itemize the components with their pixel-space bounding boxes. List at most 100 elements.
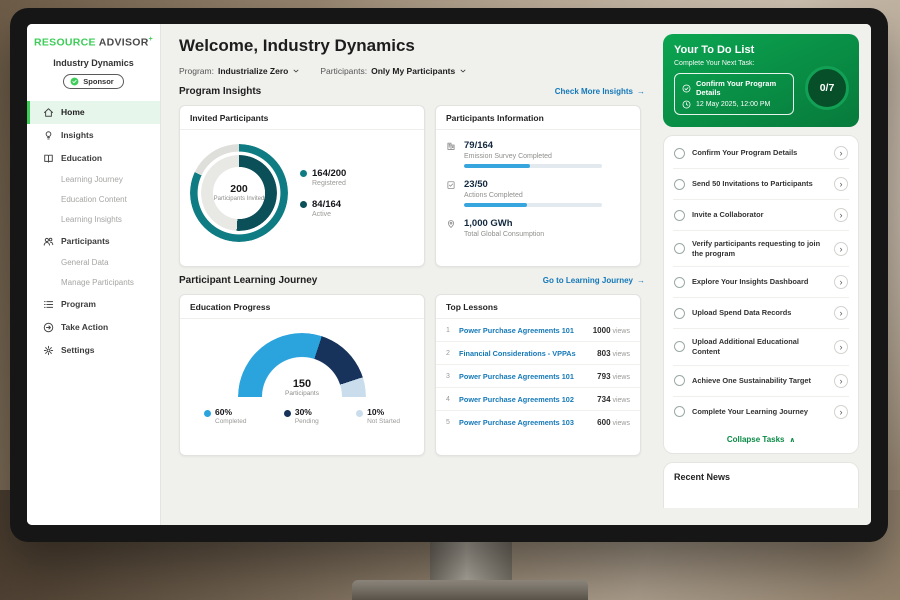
lesson-views: 793 views: [597, 372, 630, 381]
nav-label: Participants: [61, 236, 110, 246]
legend-dot: [204, 410, 211, 417]
info-row-emission-survey: 79/164 Emission Survey Completed: [446, 140, 630, 168]
chevron-right-icon[interactable]: [834, 242, 848, 256]
sidebar-item-manage-participants[interactable]: Manage Participants: [27, 273, 160, 293]
task-row[interactable]: Send 50 Invitations to Participants: [673, 169, 849, 200]
legend-dot: [284, 410, 291, 417]
collapse-tasks-link[interactable]: Collapse Tasks: [673, 427, 849, 451]
chevron-right-icon[interactable]: [834, 405, 848, 419]
chevron-right-icon[interactable]: [834, 306, 848, 320]
task-checkbox[interactable]: [674, 277, 685, 288]
sidebar-item-settings[interactable]: Settings: [27, 339, 160, 362]
legend-value: 10%: [367, 407, 384, 417]
lesson-link[interactable]: Power Purchase Agreements 101: [459, 372, 591, 381]
check-more-insights-link[interactable]: Check More Insights: [555, 87, 645, 96]
logo-plus: +: [149, 36, 153, 43]
nav-label: Take Action: [61, 322, 108, 332]
desk-scene: RESOURCE ADVISOR+ Industry Dynamics Spon…: [0, 0, 900, 600]
task-row[interactable]: Confirm Your Program Details: [673, 138, 849, 169]
lesson-rank: 3: [446, 373, 453, 380]
task-row[interactable]: Upload Additional Educational Content: [673, 329, 849, 365]
task-label: Upload Additional Educational Content: [692, 337, 827, 356]
chevron-right-icon[interactable]: [834, 177, 848, 191]
legend-label: Pending: [295, 418, 319, 425]
task-row[interactable]: Invite a Collaborator: [673, 200, 849, 231]
donut-center: 200 Participants Invited: [190, 144, 288, 242]
legend-dot: [300, 201, 307, 208]
nav-label: Education: [61, 153, 102, 163]
task-checkbox[interactable]: [674, 341, 685, 352]
task-checkbox[interactable]: [674, 179, 685, 190]
sidebar-item-education[interactable]: Education: [27, 147, 160, 170]
nav-label: Settings: [61, 345, 95, 355]
task-checkbox[interactable]: [674, 148, 685, 159]
lightbulb-icon: [43, 130, 54, 141]
invited-participants-donut-chart: 200 Participants Invited: [190, 144, 288, 242]
info-label: Actions Completed: [464, 192, 602, 199]
go-to-learning-journey-link[interactable]: Go to Learning Journey: [543, 276, 645, 285]
main-content: Welcome, Industry Dynamics Program: Indu…: [161, 24, 661, 525]
task-label: Complete Your Learning Journey: [692, 407, 827, 417]
task-checkbox[interactable]: [674, 308, 685, 319]
lesson-link[interactable]: Power Purchase Agreements 103: [459, 418, 591, 427]
task-row[interactable]: Achieve One Sustainability Target: [673, 366, 849, 397]
info-label: Total Global Consumption: [464, 231, 544, 238]
task-checkbox[interactable]: [674, 375, 685, 386]
task-label: Invite a Collaborator: [692, 210, 827, 220]
lesson-views: 1000 views: [593, 326, 630, 335]
todo-panel: Your To Do List Complete Your Next Task:…: [661, 24, 871, 525]
lesson-link[interactable]: Financial Considerations - VPPAs: [459, 349, 591, 358]
task-label: Confirm Your Program Details: [692, 148, 827, 158]
chevron-right-icon[interactable]: [834, 208, 848, 222]
task-label: Explore Your Insights Dashboard: [692, 277, 827, 287]
sidebar-item-general-data[interactable]: General Data: [27, 253, 160, 273]
next-task-card[interactable]: Confirm Your Program Details 12 May 2025…: [674, 73, 794, 115]
task-checkbox[interactable]: [674, 406, 685, 417]
task-label: Upload Spend Data Records: [692, 308, 827, 318]
chevron-right-icon[interactable]: [834, 275, 848, 289]
todo-tasks-card: Confirm Your Program Details Send 50 Inv…: [663, 135, 859, 454]
chevron-right-icon[interactable]: [834, 146, 848, 160]
chevron-right-icon[interactable]: [834, 340, 848, 354]
participants-filter-value: Only My Participants: [371, 66, 455, 76]
legend-label: Completed: [215, 418, 246, 425]
clock-icon: [682, 100, 691, 109]
lesson-link[interactable]: Power Purchase Agreements 101: [459, 326, 587, 335]
task-checkbox[interactable]: [674, 243, 685, 254]
lesson-rank: 2: [446, 350, 453, 357]
task-row[interactable]: Upload Spend Data Records: [673, 298, 849, 329]
program-filter-label: Program:: [179, 66, 214, 76]
progress-bar-fill: [464, 164, 530, 168]
sidebar-item-take-action[interactable]: Take Action: [27, 316, 160, 339]
task-checkbox[interactable]: [674, 210, 685, 221]
sidebar-item-education-content[interactable]: Education Content: [27, 190, 160, 210]
chevron-right-icon[interactable]: [834, 374, 848, 388]
sidebar-item-participants[interactable]: Participants: [27, 230, 160, 253]
sponsor-badge[interactable]: Sponsor: [63, 74, 123, 89]
recent-news-card: Recent News: [663, 462, 859, 508]
task-row[interactable]: Verify participants requesting to join t…: [673, 231, 849, 267]
lesson-link[interactable]: Power Purchase Agreements 102: [459, 395, 591, 404]
sidebar-item-program[interactable]: Program: [27, 293, 160, 316]
learning-journey-cards: Education Progress 150 Participants: [179, 294, 645, 456]
sidebar-item-home[interactable]: Home: [27, 101, 160, 124]
next-task-time: 12 May 2025, 12:00 PM: [696, 101, 770, 108]
sidebar-item-insights[interactable]: Insights: [27, 124, 160, 147]
gauge-center-value: 150: [238, 378, 366, 390]
task-row[interactable]: Complete Your Learning Journey: [673, 397, 849, 427]
sidebar-item-learning-journey[interactable]: Learning Journey: [27, 170, 160, 190]
lesson-row: 4 Power Purchase Agreements 102 734 view…: [436, 388, 640, 411]
card-title: Education Progress: [180, 295, 424, 319]
lesson-row: 3 Power Purchase Agreements 101 793 view…: [436, 365, 640, 388]
legend-label: Not Started: [367, 418, 400, 425]
lesson-rank: 5: [446, 419, 453, 426]
page-title: Welcome, Industry Dynamics: [179, 36, 645, 56]
info-value: 79/164: [464, 140, 602, 151]
sidebar-item-learning-insights[interactable]: Learning Insights: [27, 210, 160, 230]
task-row[interactable]: Explore Your Insights Dashboard: [673, 267, 849, 298]
legend-dot: [300, 170, 307, 177]
program-filter-dropdown[interactable]: Program: Industrialize Zero: [179, 66, 300, 76]
participants-filter-dropdown[interactable]: Participants: Only My Participants: [320, 66, 467, 76]
todo-progress-ring: 0/7: [805, 66, 849, 110]
home-icon: [43, 107, 54, 118]
